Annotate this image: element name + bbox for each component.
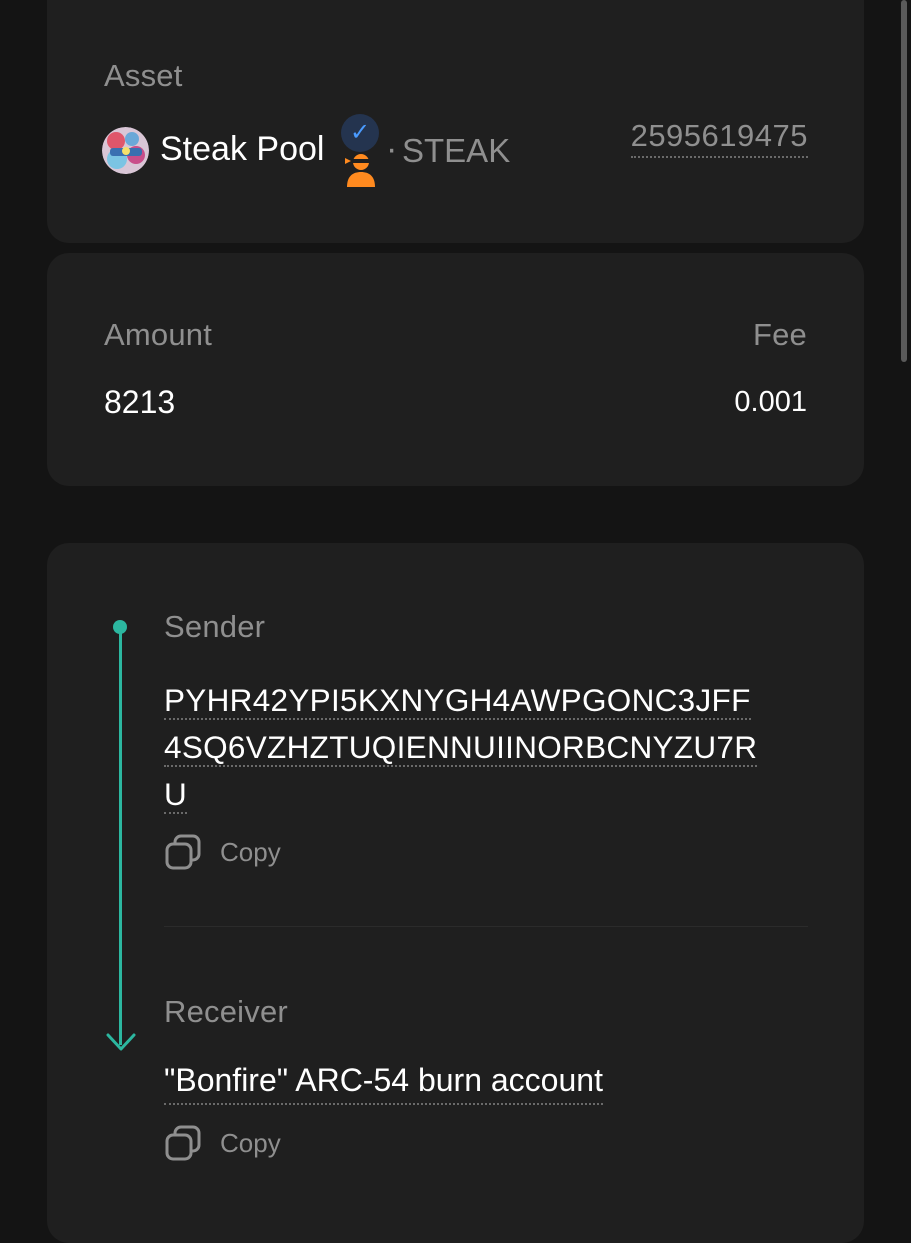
scrollbar[interactable]: [901, 0, 907, 362]
asset-card: Asset Steak Pool ✓ · STEAK 2595619475: [47, 0, 864, 243]
asset-label: Asset: [104, 58, 183, 93]
fee-label: Fee: [752, 317, 807, 352]
arrow-down-icon: [105, 1025, 137, 1053]
sender-label: Sender: [164, 609, 266, 644]
copy-icon: [165, 834, 201, 870]
receiver-label: Receiver: [164, 994, 288, 1029]
timeline-line: [119, 627, 122, 1045]
transfer-card: Sender PYHR42YPI5KXNYGH4AWPGONC3JFF 4SQ6…: [47, 543, 864, 1243]
sender-address-line: U: [164, 776, 188, 814]
asset-ticker: STEAK: [402, 132, 511, 169]
sender-address-line: PYHR42YPI5KXNYGH4AWPGONC3JFF: [164, 682, 751, 720]
sender-address-link[interactable]: PYHR42YPI5KXNYGH4AWPGONC3JFF 4SQ6VZHZTUQ…: [164, 677, 809, 818]
creator-avatar-icon: [341, 150, 381, 188]
amount-label: Amount: [104, 317, 213, 352]
receiver-copy-label: Copy: [220, 1127, 281, 1158]
receiver-copy-button[interactable]: Copy: [164, 1124, 281, 1162]
amount-card: Amount 8213 Fee 0.001: [47, 253, 864, 486]
asset-name: Steak Pool: [160, 130, 325, 168]
sender-address-line: 4SQ6VZHZTUQIENNUIINORBCNYZU7R: [164, 729, 758, 767]
copy-icon: [165, 1125, 201, 1161]
divider: [164, 926, 808, 927]
sender-copy-button[interactable]: Copy: [164, 833, 281, 871]
asset-id-link[interactable]: 2595619475: [630, 118, 808, 158]
amount-value: 8213: [104, 384, 176, 420]
asset-separator: ·: [386, 130, 398, 168]
receiver-name-link[interactable]: "Bonfire" ARC-54 burn account: [164, 1062, 603, 1105]
checkmark-icon: ✓: [341, 114, 379, 152]
sender-copy-label: Copy: [220, 836, 281, 867]
asset-logo-icon: [102, 127, 149, 174]
fee-value: 0.001: [734, 386, 807, 418]
